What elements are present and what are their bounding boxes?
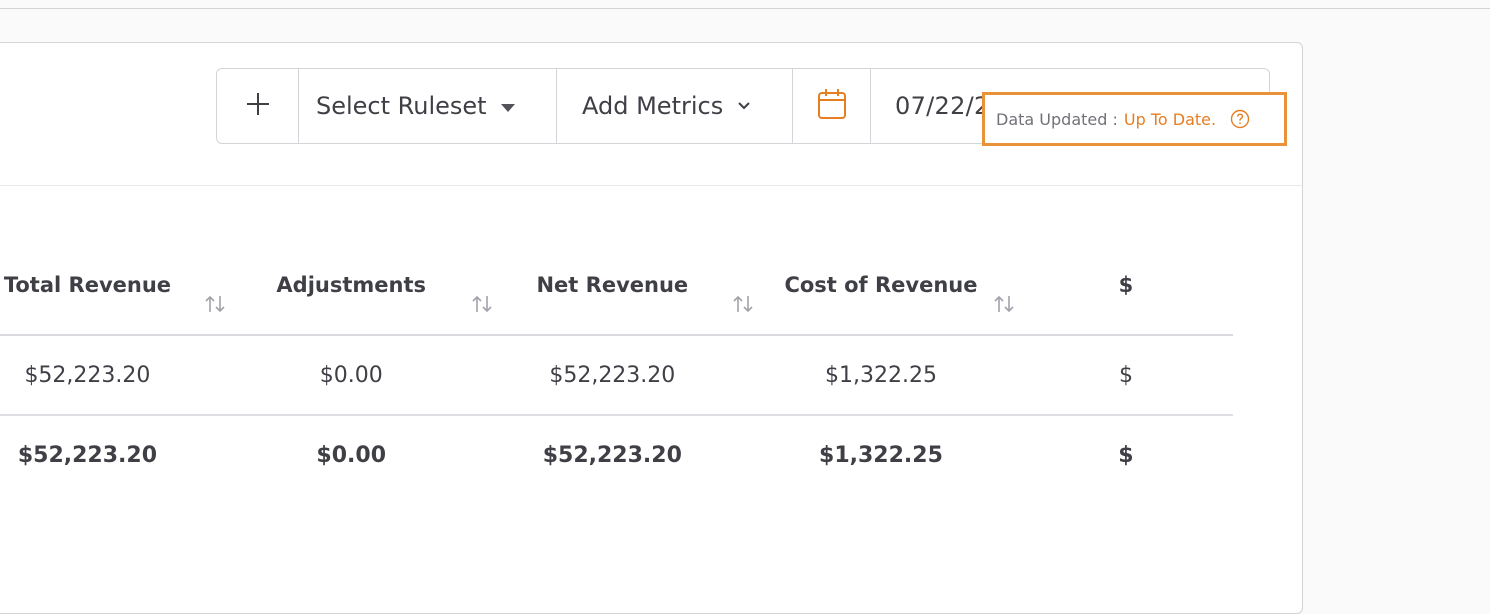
table-total-row: $52,223.20 $0.00 $52,223.20 $1,322.25 $ [0,415,1233,494]
table-cell: $1,322.25 [743,335,1019,416]
column-header-next[interactable]: $ [1019,254,1233,335]
total-cell: $52,223.20 [17,442,158,468]
sort-icon[interactable] [993,294,1015,319]
total-cell: $1,322.25 [819,442,943,468]
column-header-label: Cost of Revenue [784,273,978,297]
table-cell: $52,223.20 [481,335,744,416]
table-row: $52,223.20 $0.00 $52,223.20 $1,322.25 $ [0,335,1233,416]
table-header-row: Total Revenue Adjustments Net Revenue Co… [0,254,1233,335]
total-cell: $52,223.20 [542,442,682,468]
table-cell: $0.00 [220,335,482,416]
column-header-label: Net Revenue [536,273,689,297]
column-header-label: $ [1118,273,1134,297]
status-value: Up To Date. [1123,109,1217,129]
top-divider [0,8,1490,9]
table-cell: $ [1018,335,1233,416]
data-status-indicator: Data Updated : Up To Date. [982,92,1287,146]
status-label: Data Updated : [996,109,1118,129]
column-header-label: Total Revenue [3,273,172,297]
total-cell: $0.00 [316,442,387,468]
table-cell: $52,223.20 [0,335,221,416]
column-header-net-revenue[interactable]: Net Revenue [482,254,753,335]
column-header-cost-of-revenue[interactable]: Cost of Revenue [743,254,1019,335]
total-cell: $ [1118,442,1134,468]
column-header-label: Adjustments [276,273,427,297]
column-header-adjustments[interactable]: Adjustments [221,254,492,335]
help-circle-icon[interactable] [1230,109,1250,129]
revenue-table: Total Revenue Adjustments Net Revenue Co… [0,254,1233,494]
column-header-total-revenue[interactable]: Total Revenue [0,254,225,335]
